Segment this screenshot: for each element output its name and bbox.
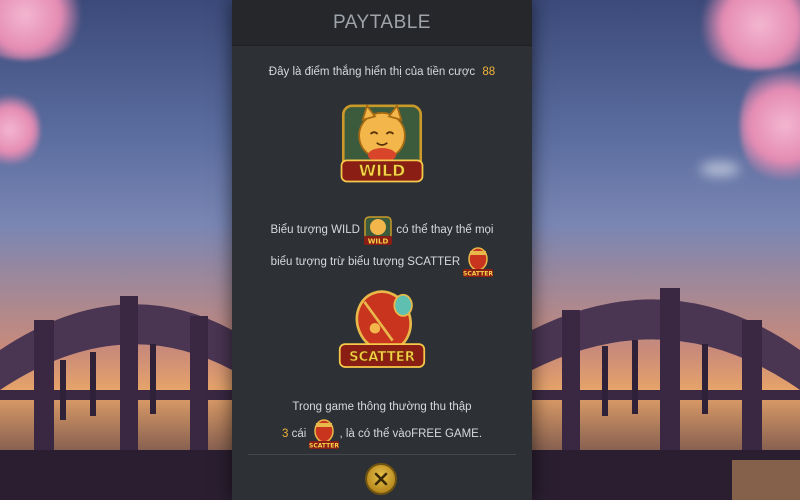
- svg-text:SCATTER: SCATTER: [463, 271, 493, 278]
- paytable-panel: PAYTABLE Đây là điểm thắng hiển thị của …: [232, 0, 532, 500]
- cherry-blossom-left-mid: [0, 90, 40, 170]
- bridge-left: [0, 296, 232, 500]
- bridge-right: [532, 288, 800, 500]
- scatter-description-line-2: 3 cái SCATTER , là có thể vàoFREE GAME.: [232, 418, 532, 450]
- wild-description-line-1: Biểu tượng WILD WILD có thể thay thế mọi: [232, 214, 532, 246]
- scatter-inline-icon: SCATTER: [463, 247, 494, 278]
- wild-symbol-icon: WILD: [340, 103, 424, 183]
- scatter-description: Trong game thông thường thu thập 3 cái S…: [232, 396, 532, 450]
- scatter-count: 3: [281, 428, 289, 441]
- scatter-description-line-1: Trong game thông thường thu thập: [292, 401, 472, 413]
- svg-text:SCATTER: SCATTER: [310, 443, 340, 450]
- panel-header: PAYTABLE: [232, 0, 532, 46]
- intro-text: Đây là điểm thắng hiển thị của tiền cược: [268, 66, 476, 78]
- intro-text-line: Đây là điểm thắng hiển thị của tiền cược…: [232, 66, 532, 78]
- bet-value: 88: [482, 66, 496, 78]
- cherry-blossom-right-mid: [740, 60, 800, 190]
- cloud: [700, 162, 740, 176]
- close-button[interactable]: [365, 463, 397, 495]
- svg-text:WILD: WILD: [359, 161, 406, 180]
- wild-description: Biểu tượng WILD WILD có thể thay thế mọi…: [232, 214, 532, 278]
- panel-title: PAYTABLE: [333, 11, 431, 33]
- svg-text:SCATTER: SCATTER: [349, 350, 415, 365]
- scatter-inline-icon-2: SCATTER: [309, 419, 340, 450]
- divider: [248, 454, 516, 455]
- scatter-symbol-icon: SCATTER: [338, 290, 426, 368]
- close-x-icon: [374, 472, 388, 486]
- svg-text:WILD: WILD: [368, 238, 389, 246]
- wild-inline-icon: WILD: [364, 216, 393, 246]
- cherry-blossom-left-top: [0, 0, 90, 60]
- wild-description-line-2: biểu tượng trừ biểu tượng SCATTER SCATTE…: [232, 246, 532, 278]
